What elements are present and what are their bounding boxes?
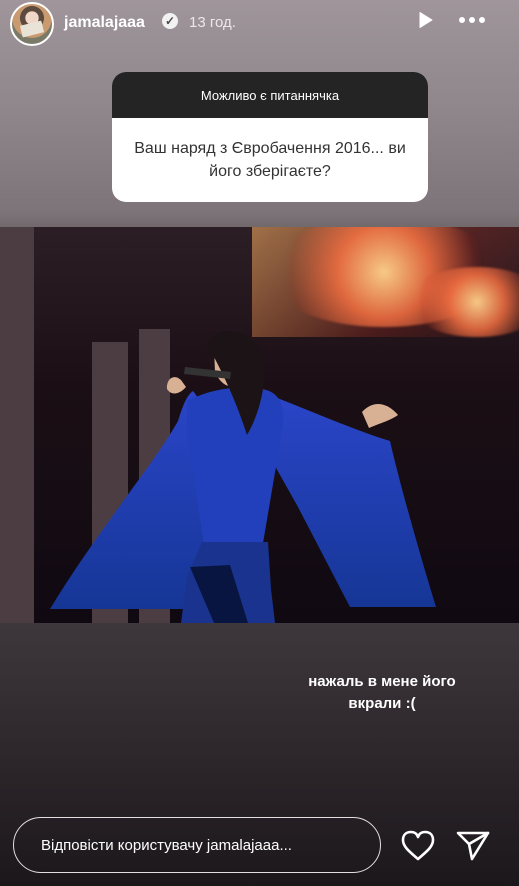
- avatar[interactable]: [10, 2, 54, 46]
- reply-input[interactable]: Відповісти користувачу jamalajaaa...: [13, 817, 381, 873]
- question-title: Можливо є питаннячка: [112, 72, 428, 118]
- question-text: Ваш наряд з Євробачення 2016... ви його …: [134, 140, 406, 180]
- story-viewer: jamalajaaa ✓ 13 год. Можливо є питаннячк…: [0, 0, 519, 886]
- avatar-sign: [19, 20, 45, 38]
- performance-photo: [0, 227, 519, 623]
- verified-badge-icon: ✓: [162, 13, 178, 29]
- send-icon[interactable]: [455, 830, 491, 862]
- question-sticker[interactable]: Можливо є питаннячка Ваш наряд з Євробач…: [112, 72, 428, 202]
- story-header: jamalajaaa ✓ 13 год.: [0, 0, 519, 46]
- singer-figure: [50, 331, 436, 623]
- play-icon[interactable]: [415, 10, 435, 30]
- post-time: 13 год.: [189, 14, 236, 31]
- story-caption: нажаль в мене його вкрали :(: [308, 673, 456, 712]
- heart-icon[interactable]: [400, 830, 436, 862]
- username-link[interactable]: jamalajaaa: [64, 14, 145, 32]
- more-icon[interactable]: [457, 10, 487, 30]
